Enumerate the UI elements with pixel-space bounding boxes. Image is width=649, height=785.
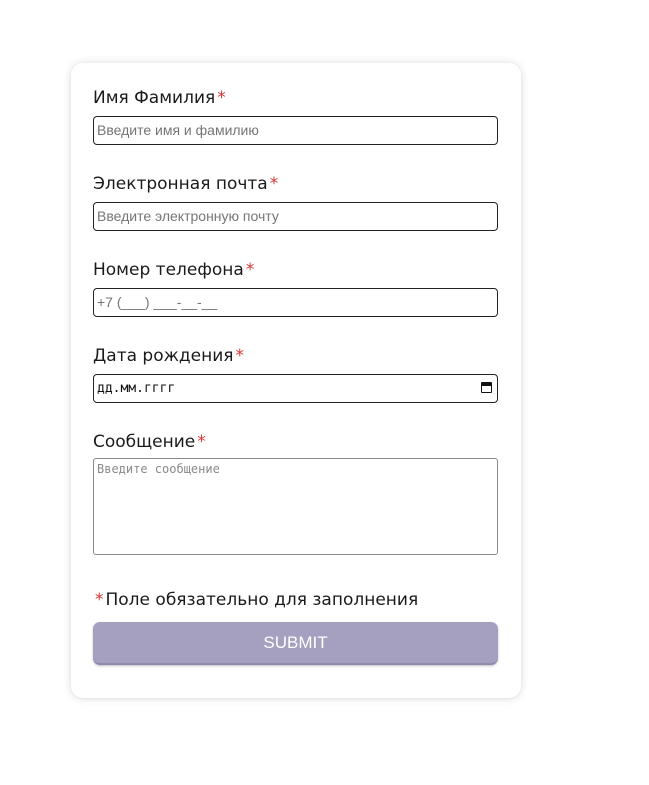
required-asterisk: * xyxy=(197,432,206,452)
birth-date-placeholder: дд.мм.гггг xyxy=(97,381,176,396)
full-name-label: Имя Фамилия * xyxy=(93,88,226,108)
message-label: Сообщение * xyxy=(93,432,206,452)
required-note: * Поле обязательно для заполнения xyxy=(95,589,418,611)
field-email: Электронная почта * Введите электронную п… xyxy=(93,173,498,231)
email-label: Электронная почта * xyxy=(93,174,279,194)
message-textarea[interactable]: Введите сообщение xyxy=(93,458,498,555)
phone-input[interactable]: +7 (___) ___-__-__ xyxy=(93,288,498,317)
field-full-name: Имя Фамилия * Введите имя и фамилию xyxy=(93,87,498,145)
birth-date-input[interactable]: дд.мм.гггг xyxy=(93,374,498,403)
field-message: Сообщение * Введите сообщение xyxy=(93,431,498,555)
full-name-input[interactable]: Введите имя и фамилию xyxy=(93,116,498,145)
required-asterisk: * xyxy=(235,346,245,366)
email-input[interactable]: Введите электронную почту xyxy=(93,202,498,231)
required-asterisk: * xyxy=(95,590,104,610)
field-birth-date: Дата рождения * дд.мм.гггг xyxy=(93,345,498,403)
submit-button[interactable]: SUBMIT xyxy=(93,622,498,665)
required-note-text: Поле обязательно для заполнения xyxy=(105,590,419,610)
field-phone: Номер телефона * +7 (___) ___-__-__ xyxy=(93,259,498,317)
required-asterisk: * xyxy=(245,260,255,280)
phone-label: Номер телефона * xyxy=(93,260,255,280)
birth-date-label: Дата рождения * xyxy=(93,346,245,366)
required-asterisk: * xyxy=(269,174,279,194)
contact-form-card: Имя Фамилия * Введите имя и фамилию Элект… xyxy=(71,63,521,698)
calendar-icon[interactable] xyxy=(481,382,492,393)
required-asterisk: * xyxy=(217,88,226,108)
